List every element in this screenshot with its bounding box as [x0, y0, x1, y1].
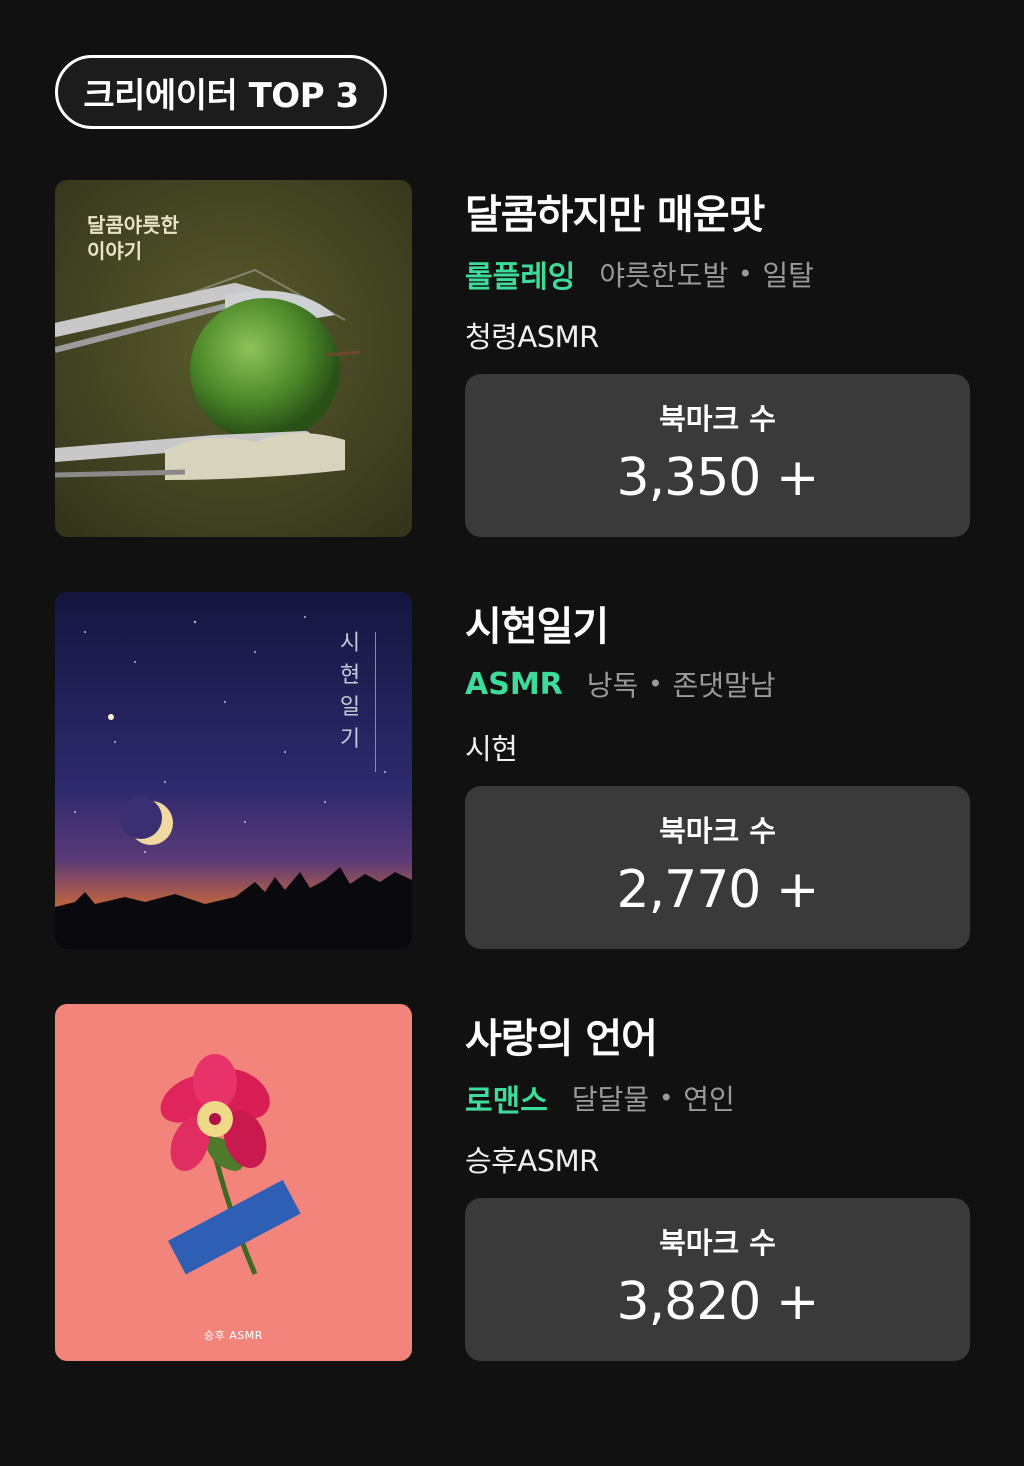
- cover-char: 일: [339, 695, 361, 720]
- cover-vertical-title: 시 현 일 기: [335, 628, 365, 756]
- tag-separator: •: [648, 670, 663, 698]
- section-title-badge: 크리에이터 TOP 3: [55, 55, 387, 129]
- cover-char: 시: [339, 631, 361, 656]
- card-title[interactable]: 시현일기: [465, 594, 609, 652]
- tag-row: 로맨스 달달물 • 연인: [465, 1076, 735, 1120]
- cover-caption: 달콤야릇한 이야기: [87, 212, 179, 264]
- bookmark-count: 3,350 +: [616, 448, 820, 508]
- sub-tag[interactable]: 존댓말남: [672, 664, 775, 704]
- genre-tag[interactable]: ASMR: [465, 667, 563, 702]
- bookmark-stat-box: 북마크 수 3,350 +: [465, 374, 970, 537]
- creator-card-2[interactable]: 시 현 일 기 시현일기 ASMR 낭독 • 존댓말남 시현 북마크 수 2,7…: [55, 592, 970, 950]
- sub-tag[interactable]: 일탈: [762, 254, 814, 294]
- creator-card-1[interactable]: 달콤야릇한 이야기 달콤하지만 매운맛 롤플레잉 야릇한도발 • 일탈 청령AS…: [55, 180, 970, 538]
- bookmark-label: 북마크 수: [659, 402, 776, 436]
- cover-caption-line-1: 달콤야릇한: [87, 213, 179, 237]
- cover-caption-line-2: 이야기: [87, 239, 143, 263]
- creator-card-3[interactable]: 승후 ASMR 사랑의 언어 로맨스 달달물 • 연인 승후ASMR 북마크 수…: [55, 1004, 970, 1362]
- creator-name[interactable]: 청령ASMR: [465, 314, 599, 356]
- bookmark-count: 2,770 +: [616, 860, 820, 920]
- card-info-1: 달콤하지만 매운맛 롤플레잉 야릇한도발 • 일탈 청령ASMR 북마크 수 3…: [465, 180, 970, 538]
- bookmark-stat-box: 북마크 수 2,770 +: [465, 786, 970, 949]
- bookmark-label: 북마크 수: [659, 1226, 776, 1260]
- cover-footer-brand: 승후 ASMR: [204, 1329, 263, 1342]
- genre-tag[interactable]: 로맨스: [465, 1076, 548, 1120]
- cover-char: 기: [339, 727, 361, 752]
- creator-name[interactable]: 승후ASMR: [465, 1138, 599, 1180]
- card-title[interactable]: 달콤하지만 매운맛: [465, 182, 765, 240]
- tag-separator: •: [738, 260, 753, 288]
- cover-art-flower: [55, 1004, 412, 1361]
- bookmark-count: 3,820 +: [616, 1272, 820, 1332]
- cover-image-1[interactable]: 달콤야릇한 이야기: [55, 180, 412, 537]
- cover-image-2[interactable]: 시 현 일 기: [55, 592, 412, 949]
- sub-tag[interactable]: 달달물: [572, 1078, 649, 1118]
- card-info-3: 사랑의 언어 로맨스 달달물 • 연인 승후ASMR 북마크 수 3,820 +: [465, 1004, 970, 1362]
- bookmark-label: 북마크 수: [659, 814, 776, 848]
- genre-tag[interactable]: 롤플레잉: [465, 252, 575, 296]
- card-info-2: 시현일기 ASMR 낭독 • 존댓말남 시현 북마크 수 2,770 +: [465, 592, 970, 950]
- sub-tag[interactable]: 야릇한도발: [599, 254, 728, 294]
- tag-row: 롤플레잉 야릇한도발 • 일탈: [465, 252, 814, 296]
- tag-separator: •: [659, 1084, 674, 1112]
- cover-image-3[interactable]: 승후 ASMR: [55, 1004, 412, 1361]
- bookmark-stat-box: 북마크 수 3,820 +: [465, 1198, 970, 1361]
- card-title[interactable]: 사랑의 언어: [465, 1006, 658, 1064]
- cover-divider-line: [375, 632, 376, 772]
- tag-row: ASMR 낭독 • 존댓말남: [465, 664, 776, 704]
- cover-char: 현: [339, 663, 361, 688]
- sub-tag[interactable]: 연인: [683, 1078, 735, 1118]
- sub-tag[interactable]: 낭독: [587, 664, 639, 704]
- creator-name[interactable]: 시현: [465, 726, 518, 768]
- section-title: 크리에이터 TOP 3: [83, 75, 359, 116]
